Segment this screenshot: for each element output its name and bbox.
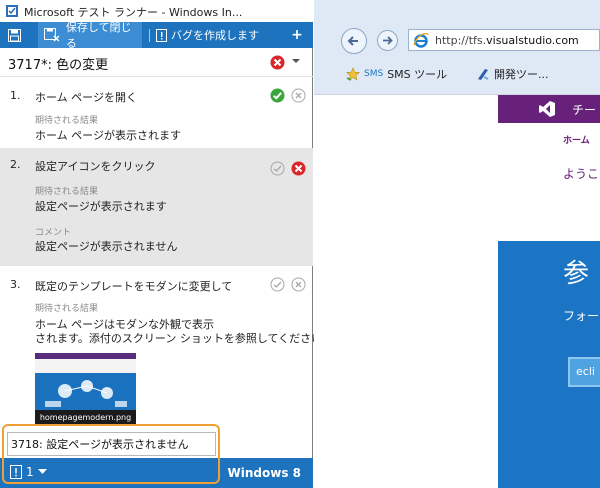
- web-page-area: チー ホーム ようこ 参 フォー ecli: [314, 94, 600, 488]
- address-bar[interactable]: http://tfs.visualstudio.com: [408, 29, 600, 51]
- welcome-text: ようこ: [563, 167, 600, 181]
- attachment-thumbnail[interactable]: homepagemodern.png: [35, 353, 136, 425]
- expected-result-text: 設定ページが表示されます: [35, 200, 167, 213]
- step-action: 設定アイコンをクリック: [35, 160, 156, 173]
- expected-result-label: 期待される結果: [35, 116, 99, 126]
- bug-count-dropdown[interactable]: 1: [10, 465, 47, 479]
- comment-label: コメント: [35, 228, 72, 238]
- eclipse-button[interactable]: ecli: [568, 357, 600, 387]
- test-case-header: 3717*: 色の変更: [0, 48, 313, 77]
- bug-icon: [10, 465, 22, 479]
- pass-checkmark-icon[interactable]: [270, 88, 285, 103]
- create-bug-button[interactable]: バグを作成します: [156, 22, 259, 48]
- fail-x-icon[interactable]: [291, 161, 306, 176]
- save-close-icon: [44, 28, 60, 42]
- chevron-down-icon[interactable]: [291, 57, 301, 65]
- forward-button[interactable]: [377, 30, 398, 51]
- pass-checkmark-icon[interactable]: [270, 277, 285, 292]
- test-step-1[interactable]: 1. ホーム ページを開く 期待される結果 ホーム ページが表示されます: [0, 88, 313, 149]
- toolbar-separator: [149, 29, 150, 42]
- favorite-label: 開発ツー...: [494, 68, 549, 81]
- test-runner-window: Microsoft テスト ランナー - Windows In... 保存して閉…: [0, 0, 333, 488]
- test-runner-app-icon: [6, 5, 18, 17]
- comment-text: 設定ページが表示されません: [35, 240, 178, 253]
- window-title: Microsoft テスト ランナー - Windows In...: [24, 6, 243, 19]
- step-action: 既定のテンプレートをモダンに変更して: [35, 280, 233, 293]
- step-action: ホーム ページを開く: [35, 91, 137, 104]
- expected-result-text: ホーム ページが表示されます: [35, 129, 181, 142]
- favorite-label: SMS ツール: [387, 68, 448, 81]
- status-bar: 1 Windows 8: [0, 458, 313, 488]
- test-step-2[interactable]: 2. 設定アイコンをクリック 期待される結果 設定ページが表示されます コメント…: [0, 148, 313, 266]
- favorites-bar: SMS SMS ツール 開発ツー...: [314, 62, 600, 88]
- site-header: チー: [498, 95, 600, 123]
- plus-icon: +: [291, 27, 303, 43]
- save-icon-button[interactable]: [8, 22, 24, 48]
- page-blank-area: [314, 95, 498, 488]
- hero-title: 参: [563, 259, 590, 289]
- fail-x-icon[interactable]: [291, 88, 306, 103]
- thumb-diagram-image: [45, 380, 127, 407]
- home-nav-link[interactable]: ホーム: [563, 133, 590, 146]
- fail-status-icon[interactable]: [270, 55, 285, 70]
- visual-studio-logo-icon: [539, 101, 555, 117]
- save-and-close-button[interactable]: 保存して閉じる: [38, 21, 142, 50]
- url-prefix: http://tfs.: [435, 34, 487, 47]
- test-case-title: 3717*: 色の変更: [8, 58, 109, 73]
- bug-count: 1: [26, 465, 34, 479]
- favorite-sms-tools[interactable]: SMS SMS ツール: [346, 66, 447, 82]
- toolbar: 保存して閉じる バグを作成します +: [0, 21, 313, 50]
- step-number: 1.: [10, 89, 21, 102]
- comment-input[interactable]: [7, 432, 216, 456]
- expected-result-line2: されます。添付のスクリーン ショットを参照してください。: [35, 332, 334, 345]
- sms-icon-text: SMS: [364, 69, 384, 79]
- hero-subtitle: フォー: [563, 309, 600, 323]
- url-domain: visualstudio.com: [486, 34, 579, 47]
- arrow-right-icon: [383, 36, 393, 45]
- step-number: 3.: [10, 278, 21, 291]
- title-bar: Microsoft テスト ランナー - Windows In...: [0, 0, 313, 22]
- step-number: 2.: [10, 158, 21, 171]
- browser-chrome: http://tfs.visualstudio.com SMS SMS ツール …: [314, 0, 600, 94]
- save-and-close-label: 保存して閉じる: [65, 21, 132, 50]
- internet-explorer-icon: [413, 33, 429, 48]
- add-button[interactable]: +: [290, 22, 304, 48]
- test-step-3[interactable]: 3. 既定のテンプレートをモダンに変更して 期待される結果 ホーム ページはモダ…: [0, 276, 333, 426]
- dev-tools-icon: [478, 69, 489, 80]
- expected-result-label: 期待される結果: [35, 187, 99, 197]
- url-text: http://tfs.visualstudio.com: [435, 34, 579, 47]
- platform-label: Windows 8: [227, 466, 301, 480]
- floppy-disk-icon: [8, 28, 21, 42]
- browser-window: http://tfs.visualstudio.com SMS SMS ツール …: [314, 0, 600, 488]
- favorite-dev-tools[interactable]: 開発ツー...: [476, 66, 549, 82]
- back-button[interactable]: [341, 28, 367, 54]
- hero-section: 参 フォー ecli: [498, 241, 600, 488]
- bug-icon: [156, 28, 167, 42]
- website-content: チー ホーム ようこ 参 フォー ecli: [498, 95, 600, 488]
- star-icon: [346, 67, 360, 81]
- arrow-left-icon: [347, 36, 358, 46]
- thumb-white-band: [35, 359, 136, 373]
- fail-x-icon[interactable]: [291, 277, 306, 292]
- chevron-down-icon: [37, 469, 47, 474]
- pass-checkmark-icon[interactable]: [270, 161, 285, 176]
- create-bug-label: バグを作成します: [171, 29, 259, 42]
- attachment-filename: homepagemodern.png: [35, 410, 136, 425]
- expected-result-label: 期待される結果: [35, 304, 99, 314]
- team-label: チー: [572, 103, 597, 117]
